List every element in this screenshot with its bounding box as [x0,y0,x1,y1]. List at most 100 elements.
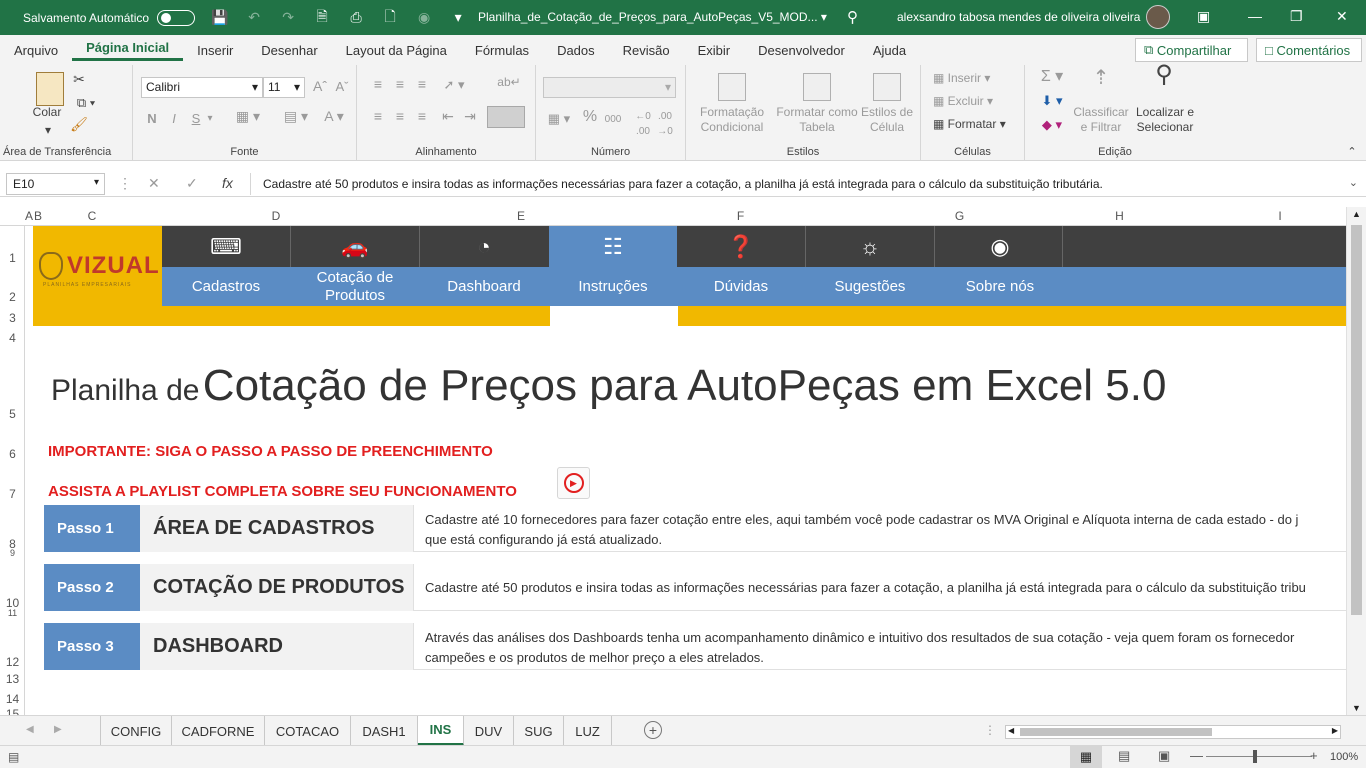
sheet-tab-cadforne[interactable]: CADFORNE [172,716,265,746]
page-layout-view-icon[interactable]: ▤ [1118,748,1130,764]
menu-desenhar[interactable]: Desenhar [247,43,331,58]
undo-icon[interactable]: ↶ [246,9,262,26]
search-icon[interactable]: ⚲ [847,8,858,26]
expand-formula-icon[interactable]: ⌄ [1349,176,1358,189]
prev-sheet-icon[interactable]: ◀ [26,724,34,735]
menu-desenvolvedor[interactable]: Desenvolvedor [744,43,859,58]
sheet-tab-cotacao[interactable]: COTACAO [265,716,351,746]
sheet-tab-ins[interactable]: INS [418,716,464,746]
menu-arquivo[interactable]: Arquivo [0,43,72,58]
increase-font-icon[interactable]: Aˆ [311,79,329,94]
macro-record-icon[interactable]: ▤ [8,750,19,764]
print-preview-icon[interactable]: 🗎 [314,8,330,26]
find-select-button[interactable]: Localizar e Selecionar [1131,105,1199,135]
sheet-tab-sug[interactable]: SUG [514,716,564,746]
minimize-icon[interactable]: — [1248,8,1262,24]
more-options-icon[interactable]: ⋮ [118,175,132,192]
nav-tab-cotacao[interactable]: 🚗 Cotação de Produtos [291,226,419,306]
avatar[interactable] [1146,5,1170,29]
scroll-down-icon[interactable]: ▼ [1352,703,1361,713]
insert-function-icon[interactable]: fx [222,175,233,191]
align-right-icon[interactable]: ≡ [413,109,431,124]
sort-filter-button[interactable]: Classificar e Filtrar [1073,105,1129,135]
print-icon[interactable]: ⎙ [348,9,364,26]
nav-tab-dashboard[interactable]: ◔ Dashboard [420,226,548,306]
paste-dropdown-icon[interactable]: ▾ [28,123,68,138]
menu-revisao[interactable]: Revisão [609,43,684,58]
orientation-icon[interactable]: ➚ ▾ [439,77,469,92]
column-header-i[interactable]: I [1170,209,1366,223]
bold-button[interactable]: N [145,111,159,126]
worksheet[interactable]: VIZUAL PLANILHAS EMPRESARIAIS ⌨ Cadastro… [25,226,1346,715]
page-break-view-icon[interactable]: ▣ [1158,748,1170,764]
vertical-scroll-thumb[interactable] [1351,225,1362,615]
format-as-table-button[interactable]: Formatar como Tabela [772,105,862,135]
underline-button[interactable]: S [189,111,203,126]
nav-tab-instrucoes[interactable]: ☷ Instruções [549,226,677,306]
align-bottom-icon[interactable]: ≡ [413,77,431,92]
copy-icon[interactable]: ⧉ ▾ [70,95,102,110]
format-cells-button[interactable]: ▦ Formatar ▾ [933,117,1021,132]
row-header[interactable]: 5 [0,407,25,421]
column-header-h[interactable]: H [1069,209,1170,223]
new-document-icon[interactable]: 🗋 [382,8,398,26]
cell-styles-button[interactable]: Estilos de Célula [858,105,916,135]
row-header[interactable]: 7 [0,487,25,501]
row-header[interactable]: 14 [0,692,25,706]
sheet-tab-config[interactable]: CONFIG [100,716,172,746]
font-color-icon[interactable]: A ▾ [317,109,351,124]
nav-tab-sugestoes[interactable]: ☼ Sugestões [806,226,934,306]
row-header[interactable]: 13 [0,672,25,686]
merge-center-icon[interactable] [487,106,525,128]
currency-icon[interactable]: ▦ ▾ [544,111,574,126]
number-format-select[interactable]: ▾ [543,77,676,98]
sheet-tab-dash1[interactable]: DASH1 [351,716,418,746]
column-header-f[interactable]: F [631,209,850,223]
scroll-up-icon[interactable]: ▲ [1352,209,1361,219]
vertical-scrollbar[interactable]: ▲ ▼ [1346,207,1366,715]
format-painter-icon[interactable]: 🖌 [70,117,88,132]
column-header-e[interactable]: E [411,209,631,223]
tab-split-handle-icon[interactable]: ⋮ [984,723,996,737]
close-icon[interactable]: ✕ [1336,8,1348,25]
enter-icon[interactable]: ✓ [186,175,198,192]
play-button[interactable]: ▶ [557,467,590,499]
scroll-left-icon[interactable]: ◀ [1008,726,1014,735]
font-name-select[interactable]: Calibri ▾ [141,77,263,98]
row-header[interactable]: 12 [0,655,25,669]
increase-decimal-icon[interactable]: ←0.00 [634,109,652,139]
restore-icon[interactable]: ❐ [1290,8,1303,25]
menu-ajuda[interactable]: Ajuda [859,43,920,58]
next-sheet-icon[interactable]: ▶ [54,724,62,735]
delete-cells-button[interactable]: ▦ Excluir ▾ [933,94,1013,109]
thousands-button[interactable]: 000 [602,112,624,127]
autosave-toggle[interactable] [157,9,196,26]
italic-button[interactable]: I [167,111,181,126]
column-header-b[interactable]: B [33,209,43,223]
underline-dropdown-icon[interactable]: ▾ [203,111,217,126]
comments-button[interactable]: □ Comentários [1256,38,1362,62]
zoom-level[interactable]: 100% [1330,751,1358,763]
zoom-out-icon[interactable]: — [1190,748,1203,763]
row-header[interactable]: 3 [0,311,25,325]
collapse-ribbon-icon[interactable]: ⌃ [1344,145,1360,160]
menu-formulas[interactable]: Fórmulas [461,43,543,58]
paste-button[interactable]: Colar [24,105,70,120]
zoom-slider-thumb[interactable] [1253,750,1257,763]
zoom-in-icon[interactable]: + [1310,748,1318,763]
menu-exibir[interactable]: Exibir [684,43,745,58]
horizontal-scroll-thumb[interactable] [1020,728,1212,736]
scroll-right-icon[interactable]: ▶ [1332,726,1338,735]
user-name[interactable]: alexsandro tabosa mendes de oliveira oli… [897,10,1140,24]
insert-cells-button[interactable]: ▦ Inserir ▾ [933,71,1013,86]
redo-icon[interactable]: ↷ [280,9,296,26]
formula-input[interactable]: Cadastre até 50 produtos e insira todas … [250,173,1360,195]
menu-dados[interactable]: Dados [543,43,609,58]
fill-icon[interactable]: ⬇ ▾ [1037,93,1067,108]
nav-tab-duvidas[interactable]: ❓ Dúvidas [677,226,805,306]
customize-toolbar-icon[interactable]: ▾ [450,9,466,26]
paste-icon[interactable] [36,72,64,106]
increase-indent-icon[interactable]: ⇥ [461,109,479,124]
align-top-icon[interactable]: ≡ [369,77,387,92]
row-header[interactable]: 4 [0,331,25,345]
